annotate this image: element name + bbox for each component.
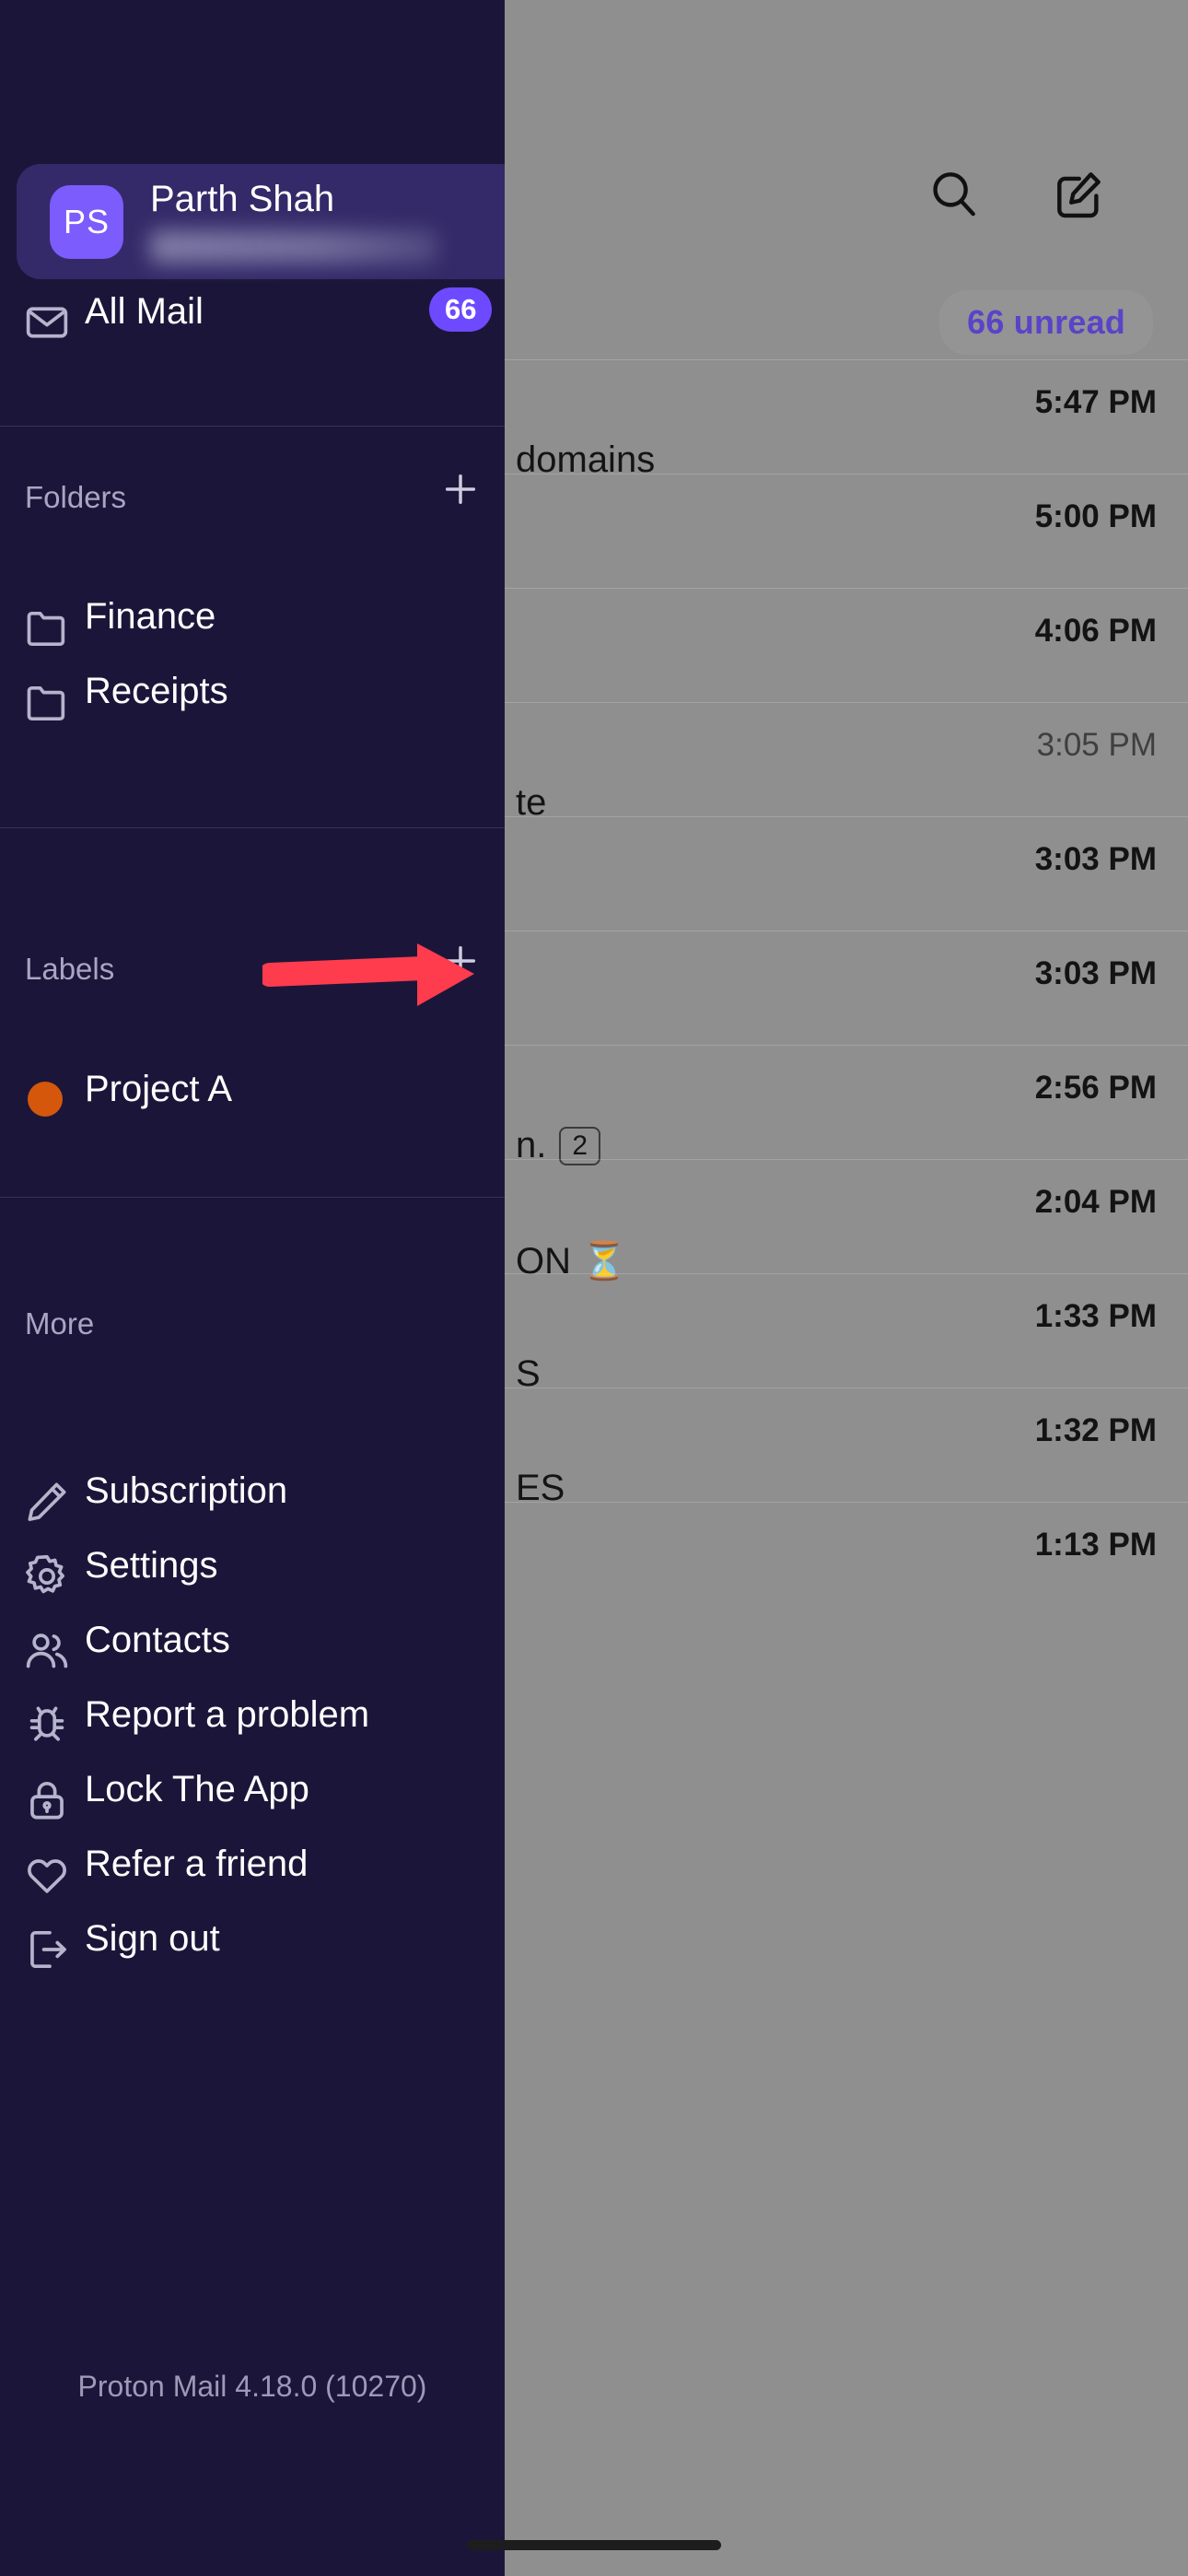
unread-count-pill[interactable]: 66 unread bbox=[939, 290, 1153, 355]
sidebar-item-label: All Mail bbox=[85, 291, 204, 332]
sidebar-item-label: Project A bbox=[85, 1069, 233, 1109]
account-email-redacted bbox=[150, 229, 437, 263]
people-icon bbox=[23, 1627, 71, 1675]
mail-row-time: 4:06 PM bbox=[1034, 613, 1157, 649]
sidebar-item-label: Refer a friend bbox=[85, 1844, 309, 1884]
sidebar-item-subscription[interactable]: Subscription bbox=[0, 1470, 505, 1546]
folder-icon bbox=[23, 603, 71, 651]
sidebar-item-refer-a-friend[interactable]: Refer a friend bbox=[0, 1844, 505, 1919]
section-title-labels: Labels bbox=[25, 952, 115, 986]
sidebar-item-finance[interactable]: Finance bbox=[0, 596, 505, 672]
mail-row-time: 2:56 PM bbox=[1034, 1070, 1157, 1106]
sidebar-item-label: Settings bbox=[85, 1545, 218, 1586]
sidebar-item-all-mail[interactable]: All Mail 66 bbox=[0, 287, 505, 385]
sidebar-item-sign-out[interactable]: Sign out bbox=[0, 1918, 505, 1994]
home-indicator bbox=[467, 2540, 721, 2550]
section-header-labels: Labels bbox=[0, 945, 505, 1007]
section-header-more: More bbox=[0, 1306, 505, 1362]
sidebar-item-label: Finance bbox=[85, 596, 216, 637]
sidebar-item-settings[interactable]: Settings bbox=[0, 1545, 505, 1621]
bug-icon bbox=[23, 1702, 71, 1750]
pencil-icon bbox=[23, 1478, 71, 1526]
compose-icon[interactable] bbox=[1050, 166, 1107, 223]
sidebar-item-label: Sign out bbox=[85, 1918, 220, 1959]
navigation-drawer: PS Parth Shah All Mail 66 Folders Finance… bbox=[0, 0, 505, 2576]
account-name: Parth Shah bbox=[150, 178, 335, 219]
mail-row-time: 3:03 PM bbox=[1034, 955, 1157, 991]
sidebar-item-lock-the-app[interactable]: Lock The App bbox=[0, 1769, 505, 1844]
app-version-label: Proton Mail 4.18.0 (10270) bbox=[77, 2370, 427, 2403]
sidebar-item-contacts[interactable]: Contacts bbox=[0, 1620, 505, 1695]
heart-icon bbox=[23, 1851, 71, 1899]
lock-icon bbox=[23, 1776, 71, 1824]
section-header-folders: Folders bbox=[0, 474, 505, 535]
account-switcher[interactable]: PS Parth Shah bbox=[17, 164, 505, 279]
mail-row-time: 3:05 PM bbox=[1036, 727, 1157, 763]
section-divider bbox=[0, 426, 505, 427]
sidebar-item-label: Lock The App bbox=[85, 1769, 309, 1809]
mail-row-time: 1:32 PM bbox=[1034, 1412, 1157, 1448]
sidebar-item-label: Contacts bbox=[85, 1620, 230, 1660]
mail-row-time: 5:47 PM bbox=[1034, 384, 1157, 420]
mail-row-time: 1:33 PM bbox=[1034, 1298, 1157, 1334]
search-icon[interactable] bbox=[926, 166, 983, 223]
unread-badge: 66 bbox=[429, 287, 493, 332]
sidebar-item-label: Receipts bbox=[85, 671, 228, 711]
add-label-button[interactable] bbox=[440, 941, 481, 981]
circle-dot-icon bbox=[28, 1082, 63, 1117]
sidebar-item-label: Subscription bbox=[85, 1470, 288, 1511]
add-folder-button[interactable] bbox=[440, 469, 481, 509]
mail-row-time: 5:00 PM bbox=[1034, 498, 1157, 534]
account-text: Parth Shah bbox=[150, 181, 505, 263]
sign-out-icon bbox=[23, 1926, 71, 1973]
folder-icon bbox=[23, 678, 71, 726]
gear-icon bbox=[23, 1552, 71, 1600]
sidebar-item-label: Report a problem bbox=[85, 1694, 370, 1735]
mail-row-time: 1:13 PM bbox=[1034, 1527, 1157, 1563]
envelope-icon bbox=[23, 299, 71, 346]
mail-row-time: 3:03 PM bbox=[1034, 841, 1157, 877]
section-divider bbox=[0, 1197, 505, 1198]
sidebar-item-project-a[interactable]: Project A bbox=[0, 1069, 505, 1144]
avatar: PS bbox=[50, 184, 123, 259]
sidebar-item-report-a-problem[interactable]: Report a problem bbox=[0, 1694, 505, 1770]
section-divider bbox=[0, 827, 505, 828]
mail-row-time: 2:04 PM bbox=[1034, 1184, 1157, 1220]
section-title-folders: Folders bbox=[25, 480, 127, 514]
sidebar-item-receipts[interactable]: Receipts bbox=[0, 671, 505, 746]
section-title-more: More bbox=[25, 1306, 95, 1341]
